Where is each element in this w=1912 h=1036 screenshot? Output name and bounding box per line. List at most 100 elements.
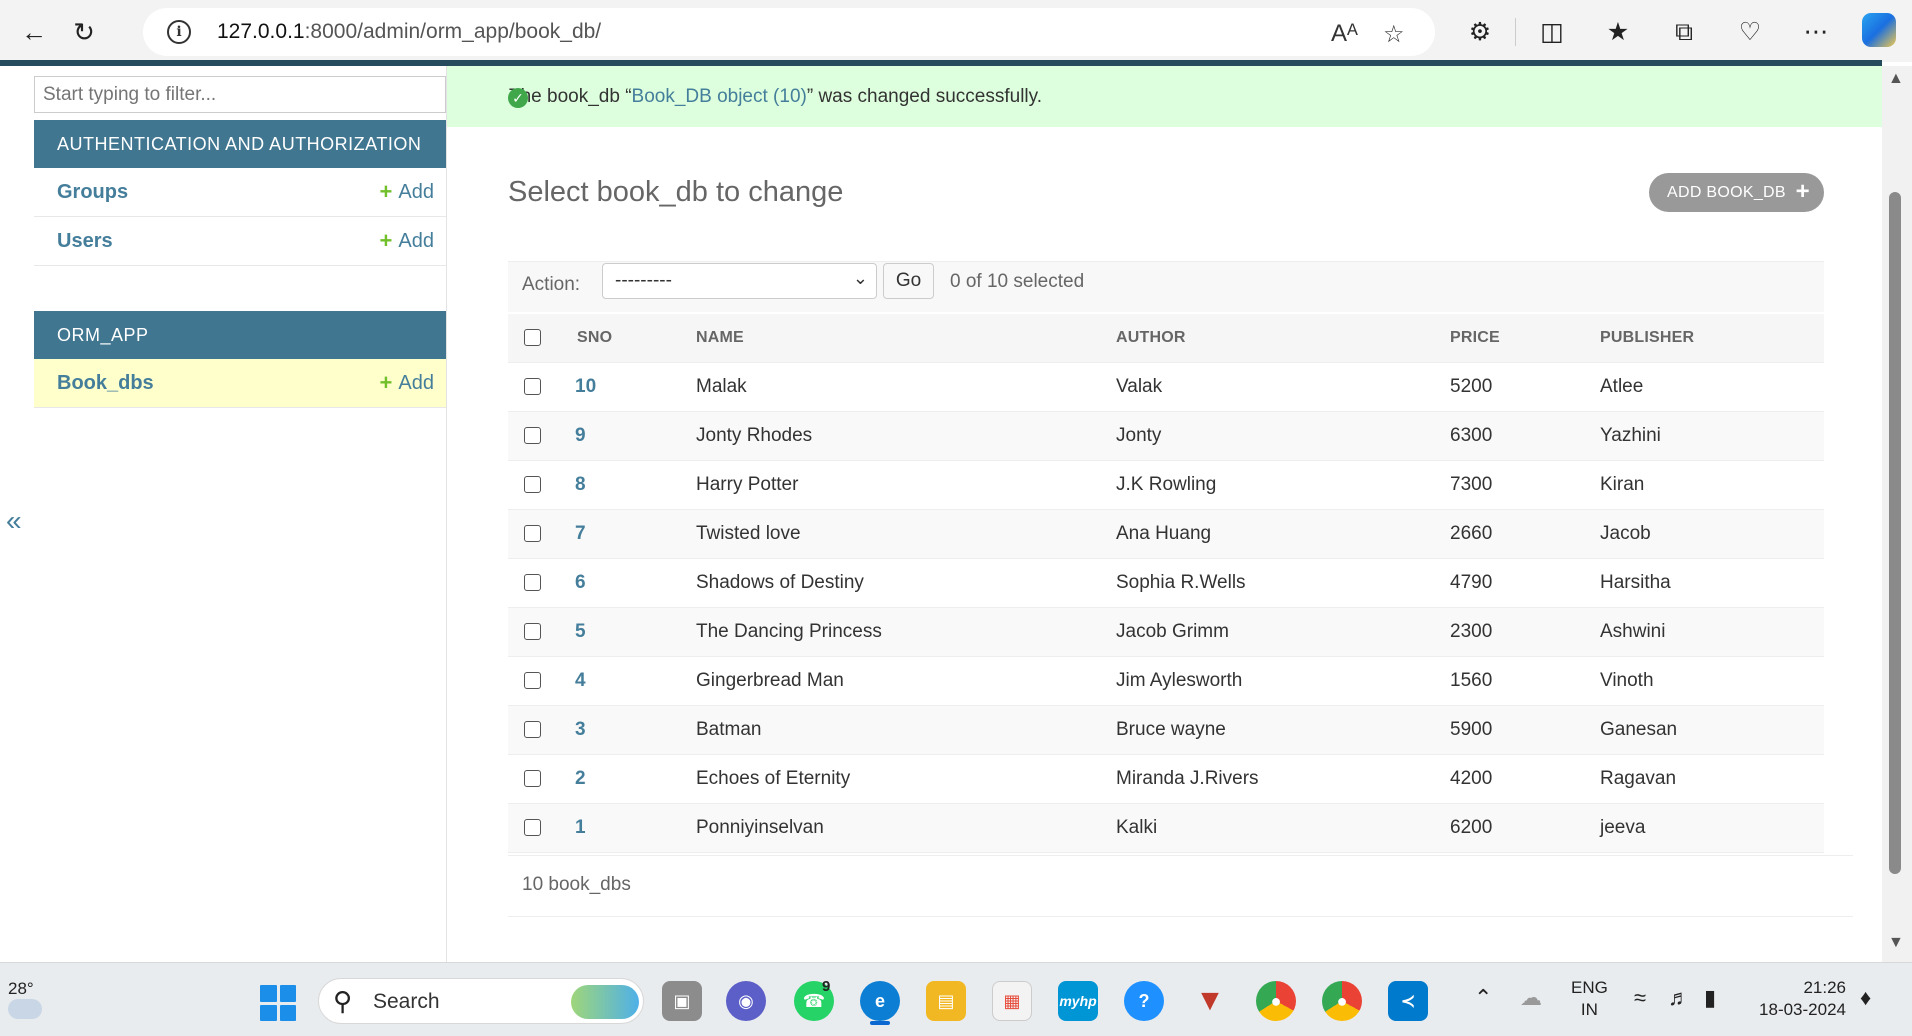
sno-cell: 8 [563,460,696,510]
sno-cell: 5 [563,607,696,657]
file-explorer-icon[interactable]: ▤ [926,981,966,1021]
url-text[interactable]: 127.0.0.1:8000/admin/orm_app/book_db/ [217,20,601,44]
extensions-icon[interactable]: ⚙ [1462,14,1498,50]
sno-link[interactable]: 10 [575,376,596,397]
changed-object-link[interactable]: Book_DB object (10) [632,86,807,108]
author-cell: Ana Huang [1116,509,1450,559]
add-book-db-button[interactable]: ADD BOOK_DB + [1649,173,1824,212]
taskbar-search[interactable]: ⚲ Search [318,978,644,1024]
scrollbar-thumb[interactable] [1889,192,1901,874]
split-screen-icon[interactable]: ◫ [1534,14,1570,50]
get-help-icon[interactable]: ? [1124,981,1164,1021]
row-checkbox[interactable] [524,573,541,591]
copilot-icon[interactable] [1862,13,1896,47]
row-checkbox[interactable] [524,818,541,836]
price-cell: 4790 [1450,558,1600,608]
row-checkbox[interactable] [524,377,541,395]
task-view-icon[interactable]: ▣ [662,981,702,1021]
author-cell: Bruce wayne [1116,705,1450,755]
notifications-bell-icon[interactable]: ♦ [1860,985,1871,1011]
publisher-cell: Ashwini [1600,607,1824,657]
groups-link[interactable]: Groups [57,181,128,204]
result-count: 10 book_dbs [508,855,1853,917]
message-suffix: ” was changed successfully. [806,85,1043,107]
module-caption-orm-app[interactable]: ORM_APP [34,311,446,359]
row-checkbox[interactable] [524,426,541,444]
sno-link[interactable]: 1 [575,817,586,838]
language-indicator[interactable]: ENG IN [1571,977,1608,1021]
module-caption-auth[interactable]: AUTHENTICATION AND AUTHORIZATION [34,120,446,168]
favorite-star-icon[interactable]: ☆ [1383,20,1405,49]
scroll-down-arrow-icon[interactable]: ▼ [1888,934,1904,952]
sno-link[interactable]: 8 [575,474,586,495]
sno-link[interactable]: 3 [575,719,586,740]
users-link[interactable]: Users [57,230,113,253]
weather-temp[interactable]: 28° [8,979,34,999]
sno-link[interactable]: 2 [575,768,586,789]
row-checkbox[interactable] [524,524,541,542]
sno-link[interactable]: 6 [575,572,586,593]
volume-icon[interactable]: ♬ [1668,985,1690,1011]
row-checkbox[interactable] [524,671,541,689]
chrome-profile-icon[interactable]: ● [1322,981,1362,1021]
go-button[interactable]: Go [883,263,934,299]
column-header-price[interactable]: PRICE [1450,314,1600,363]
microsoft-store-icon[interactable]: ▦ [992,981,1032,1021]
wifi-icon[interactable]: ≈ [1634,985,1646,1011]
browser-essentials-icon[interactable]: ♡ [1732,14,1768,50]
sno-cell: 9 [563,411,696,461]
plus-icon: + [379,179,393,204]
back-arrow-icon[interactable]: ← [16,14,52,50]
book-dbs-link[interactable]: Book_dbs [57,372,154,395]
refresh-icon[interactable]: ↻ [66,14,102,50]
sidebar-collapse-toggle[interactable]: « [6,505,22,537]
edge-browser-icon[interactable]: e [860,981,900,1021]
more-menu-icon[interactable]: ⋯ [1798,14,1834,50]
nav-filter-input[interactable] [34,76,446,113]
row-checkbox[interactable] [524,622,541,640]
sno-link[interactable]: 5 [575,621,586,642]
add-user-link[interactable]: + Add [380,228,434,254]
sno-link[interactable]: 4 [575,670,586,691]
row-checkbox[interactable] [524,720,541,738]
weather-cloud-icon[interactable] [8,999,42,1019]
column-header-author[interactable]: AUTHOR [1116,314,1450,363]
scroll-up-arrow-icon[interactable]: ▲ [1888,70,1904,88]
myhp-icon[interactable]: myhp [1058,981,1098,1021]
onedrive-cloud-icon[interactable]: ☁ [1520,985,1542,1011]
mcafee-icon[interactable]: ▼ [1190,981,1230,1021]
publisher-cell: Jacob [1600,509,1824,559]
clock[interactable]: 21:26 18-03-2024 [1752,977,1846,1021]
toolbar-divider [1515,18,1516,46]
browser-toolbar: ← ↻ i 127.0.0.1:8000/admin/orm_app/book_… [0,0,1912,62]
chrome-icon[interactable]: ● [1256,981,1296,1021]
show-hidden-icons-icon[interactable]: ⌃ [1474,985,1492,1011]
add-book-db-link[interactable]: + Add [380,370,434,396]
action-selected-value: --------- [615,270,672,291]
sno-cell: 2 [563,754,696,804]
sno-link[interactable]: 9 [575,425,586,446]
action-select[interactable]: --------- ⌄ [602,263,877,299]
price-cell: 4200 [1450,754,1600,804]
sno-cell: 7 [563,509,696,559]
collections-icon[interactable]: ⧉ [1666,14,1702,50]
clock-date: 18-03-2024 [1759,1000,1846,1019]
sno-cell: 4 [563,656,696,706]
sno-link[interactable]: 7 [575,523,586,544]
site-info-icon[interactable]: i [167,20,191,44]
favorites-icon[interactable]: ★ [1600,14,1636,50]
row-checkbox[interactable] [524,475,541,493]
windows-start-icon[interactable] [260,985,296,1021]
column-header-sno[interactable]: SNO [563,314,696,363]
row-select-cell [508,607,563,657]
address-bar[interactable]: i 127.0.0.1:8000/admin/orm_app/book_db/ … [143,8,1435,56]
column-header-publisher[interactable]: PUBLISHER [1600,314,1824,363]
vscode-icon[interactable]: ≺ [1388,981,1428,1021]
row-checkbox[interactable] [524,769,541,787]
teams-chat-icon[interactable]: ◉ [726,981,766,1021]
select-all-checkbox[interactable] [524,329,541,347]
column-header-name[interactable]: NAME [696,314,1116,363]
read-aloud-icon[interactable]: Aᴬ [1331,20,1358,48]
battery-icon[interactable]: ▮ [1704,985,1716,1011]
add-group-link[interactable]: + Add [380,179,434,205]
